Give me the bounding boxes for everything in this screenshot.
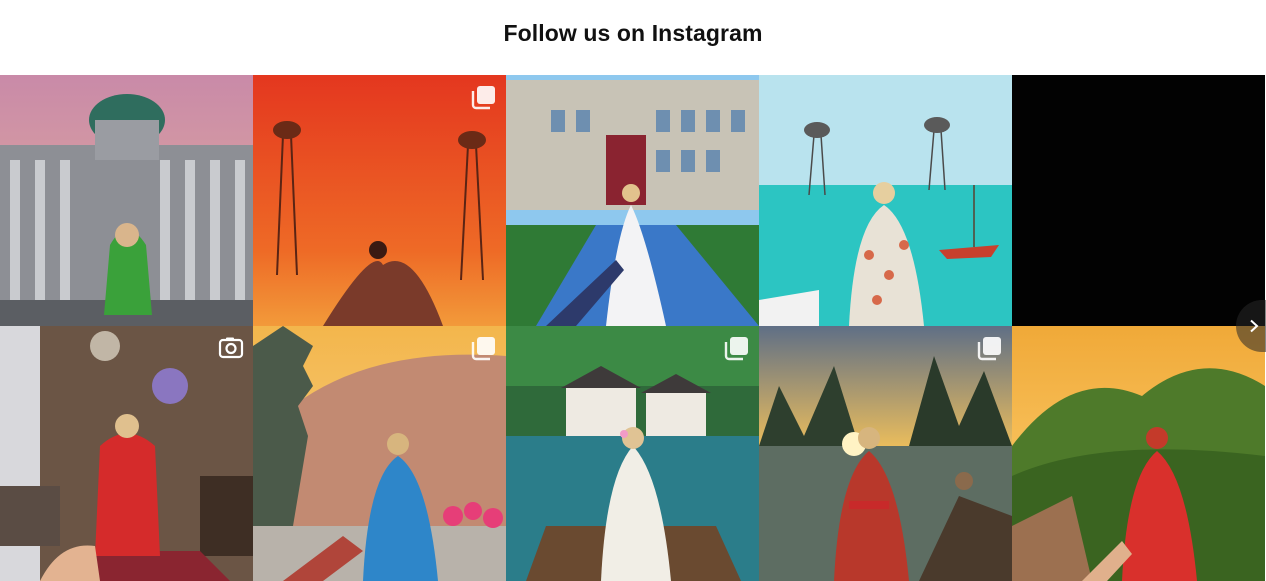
post-image [0, 326, 253, 581]
post-palace-bride[interactable] [506, 75, 759, 326]
post-red-desert-elephants[interactable] [253, 75, 506, 326]
post-living-room-jordan[interactable] [0, 326, 253, 581]
post-image [1012, 75, 1265, 326]
chevron-right-icon [1250, 319, 1259, 333]
post-image [506, 75, 759, 326]
post-karst-river[interactable] [759, 326, 1012, 581]
post-canal-boat[interactable] [506, 326, 759, 581]
post-dark[interactable] [1012, 75, 1265, 326]
post-image [759, 75, 1012, 326]
post-great-wall[interactable] [1012, 326, 1265, 581]
post-image [253, 326, 506, 581]
instagram-grid [0, 75, 1265, 581]
post-turquoise-sea-elephants[interactable] [759, 75, 1012, 326]
gallery-icon [976, 334, 1004, 362]
post-image [759, 326, 1012, 581]
post-image [253, 75, 506, 326]
gallery-icon [723, 334, 751, 362]
gallery-icon [470, 83, 498, 111]
gallery-icon [470, 334, 498, 362]
section-title: Follow us on Instagram [503, 20, 763, 46]
post-pagoda-canyon[interactable] [253, 326, 506, 581]
camera-icon [217, 334, 245, 362]
post-image [506, 326, 759, 581]
post-image [0, 75, 253, 326]
post-image [1012, 326, 1265, 581]
post-cathedral[interactable] [0, 75, 253, 326]
